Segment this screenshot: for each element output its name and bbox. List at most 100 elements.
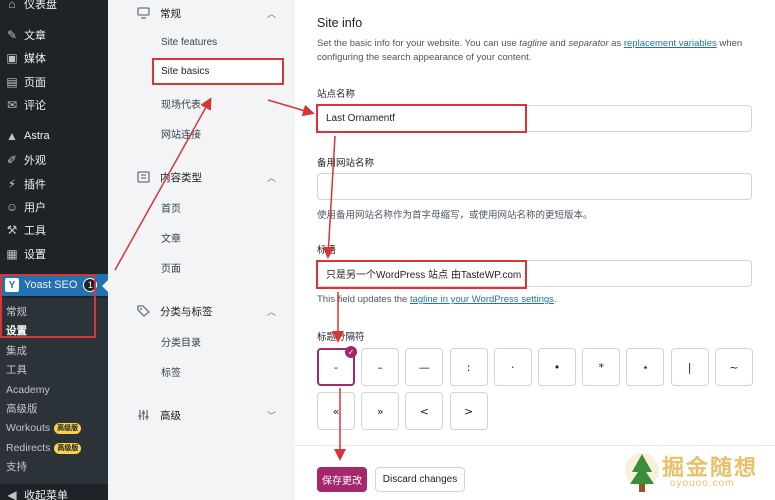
separator-option[interactable]: | <box>670 348 709 386</box>
sidebar-item-label: Yoast SEO <box>24 279 78 291</box>
content-types-icon <box>136 170 150 184</box>
nav-group-label: 分类与标签 <box>160 305 213 318</box>
sliders-icon <box>136 408 150 422</box>
site-name-input[interactable] <box>317 105 752 132</box>
sidebar-item-user[interactable]: ☺ 用户 <box>0 196 108 218</box>
separator-symbol: • <box>553 360 561 374</box>
yoast-logo-icon: Y <box>5 278 19 292</box>
alternate-site-name-label: 备用网站名称 <box>317 158 375 169</box>
title-separator-label: 标题分隔符 <box>317 332 365 343</box>
separator-symbol: < <box>419 404 429 418</box>
chevron-up-icon[interactable]: ︿ <box>267 7 276 20</box>
media-icon: ▣ <box>6 51 18 65</box>
submenu-item[interactable]: 工具 <box>0 360 108 380</box>
watermark-logo: 掘金随想 oyouoo.com <box>622 446 772 498</box>
separator-option[interactable]: ⋆ <box>626 348 665 386</box>
tag-icon <box>136 304 150 318</box>
site-name-label: 站点名称 <box>317 89 356 100</box>
panel-description: Set the basic info for your website. You… <box>317 38 743 63</box>
submenu-item[interactable]: 集成 <box>0 341 108 361</box>
separator-option[interactable]: » <box>361 392 400 430</box>
replacement-variables-link[interactable]: replacement variables <box>624 38 717 49</box>
submenu-item-label: 支持 <box>6 461 27 473</box>
nav-link-categories[interactable]: 分类目录 <box>161 334 201 349</box>
separator-option[interactable]: – <box>361 348 400 386</box>
sidebar-item-page[interactable]: ▤ 页面 <box>0 71 108 93</box>
submenu-item[interactable]: Redirects 高级版 <box>0 438 108 458</box>
tree-logo-icon <box>625 453 659 492</box>
separator-option[interactable]: · <box>493 348 532 386</box>
sidebar-item-media[interactable]: ▣ 媒体 <box>0 47 108 69</box>
separator-symbol: - <box>334 360 338 374</box>
separator-option[interactable]: < <box>405 392 444 430</box>
nav-link-pages[interactable]: 页面 <box>161 260 181 275</box>
tagline-input[interactable] <box>317 260 752 287</box>
nav-link-homepage[interactable]: 首页 <box>161 200 181 215</box>
separator-symbol: : <box>466 360 471 374</box>
separator-symbol: ~ <box>729 360 739 374</box>
sidebar-item-wrench[interactable]: ⚒ 工具 <box>0 219 108 241</box>
nav-link-site-representation[interactable]: 现场代表 <box>161 96 201 111</box>
sidebar-item-astra[interactable]: ▲ Astra <box>0 125 108 147</box>
sidebar-item-label: 插件 <box>24 179 46 191</box>
submenu-item[interactable]: 常规 <box>0 302 108 322</box>
sidebar-item-comment[interactable]: ✉ 评论 <box>0 94 108 116</box>
nav-group-categories-tags[interactable]: 分类与标签 ︿ <box>136 301 286 321</box>
submenu-item[interactable]: Academy <box>0 380 108 400</box>
discard-changes-button[interactable]: Discard changes <box>375 467 465 492</box>
collapse-arrow-icon: ◀ <box>7 488 17 500</box>
nav-link-site-features[interactable]: Site features <box>161 37 217 48</box>
nav-group-general[interactable]: 常规 ︿ <box>136 3 286 23</box>
collapse-menu-button[interactable]: ◀ 收起菜单 <box>0 484 108 500</box>
user-icon: ☺ <box>5 200 19 214</box>
nav-link-tags[interactable]: 标签 <box>161 364 181 379</box>
site-basics-panel: Site info Set the basic info for your we… <box>295 0 775 500</box>
save-changes-button[interactable]: 保存更改 <box>317 467 367 492</box>
sidebar-item-dashboard[interactable]: ⌂ 仪表盘 <box>0 0 108 15</box>
sidebar-item-label: 评论 <box>24 100 46 112</box>
pin-icon: ✎ <box>6 28 18 42</box>
separator-option[interactable]: > <box>449 392 488 430</box>
submenu-item[interactable]: 支持 <box>0 457 108 477</box>
nav-group-advanced[interactable]: 高级 ﹀ <box>136 405 286 425</box>
wrench-icon: ⚒ <box>6 223 18 237</box>
chevron-up-icon[interactable]: ︿ <box>267 305 276 318</box>
update-count-badge: 1 <box>83 278 98 292</box>
watermark-url: oyouoo.com <box>670 478 735 489</box>
nav-group-content-types[interactable]: 内容类型 ︿ <box>136 167 286 187</box>
submenu-item[interactable]: Workouts 高级版 <box>0 418 108 438</box>
sidebar-item-brush[interactable]: ✐ 外观 <box>0 149 108 171</box>
nav-link-posts[interactable]: 文章 <box>161 230 181 245</box>
separator-symbol: » <box>376 404 384 418</box>
submenu-item[interactable]: 高级版 <box>0 399 108 419</box>
separator-option[interactable]: « <box>317 392 355 430</box>
nav-link-site-connections[interactable]: 网站连接 <box>161 126 201 141</box>
sidebar-item-label: 页面 <box>24 77 46 89</box>
submenu-item[interactable]: 设置 <box>0 321 108 341</box>
sidebar-item-yoast-seo[interactable]: Y Yoast SEO 1 <box>0 274 108 296</box>
submenu-item-label: 常规 <box>6 306 27 318</box>
separator-option[interactable]: : <box>449 348 488 386</box>
chevron-down-icon[interactable]: ﹀ <box>267 409 276 422</box>
separator-symbol: — <box>418 360 430 374</box>
comment-icon: ✉ <box>6 98 18 112</box>
separator-option[interactable]: - ✓ <box>317 346 357 386</box>
sidebar-item-pin[interactable]: ✎ 文章 <box>0 24 108 46</box>
chevron-up-icon[interactable]: ︿ <box>267 171 276 184</box>
sidebar-item-label: 工具 <box>24 225 46 237</box>
separator-symbol: ⋆ <box>641 360 649 374</box>
separator-option[interactable]: ~ <box>714 348 753 386</box>
nav-link-site-basics[interactable]: Site basics <box>155 61 283 83</box>
sidebar-item-plug[interactable]: ⚡ 插件 <box>0 173 108 195</box>
separator-option[interactable]: • <box>538 348 576 386</box>
alternate-site-name-input[interactable] <box>317 173 752 200</box>
separator-option[interactable]: * <box>582 348 621 386</box>
submenu-item-label: 设置 <box>6 325 27 337</box>
submenu-item-label: 高级版 <box>6 403 38 415</box>
sidebar-item-settings[interactable]: ▦ 设置 <box>0 243 108 265</box>
separator-option[interactable]: — <box>405 348 444 386</box>
tagline-settings-link[interactable]: tagline in your WordPress settings <box>410 294 554 305</box>
separator-symbol: « <box>332 404 340 418</box>
collapse-menu-label: 收起菜单 <box>24 490 68 500</box>
sidebar-item-label: 外观 <box>24 155 46 167</box>
